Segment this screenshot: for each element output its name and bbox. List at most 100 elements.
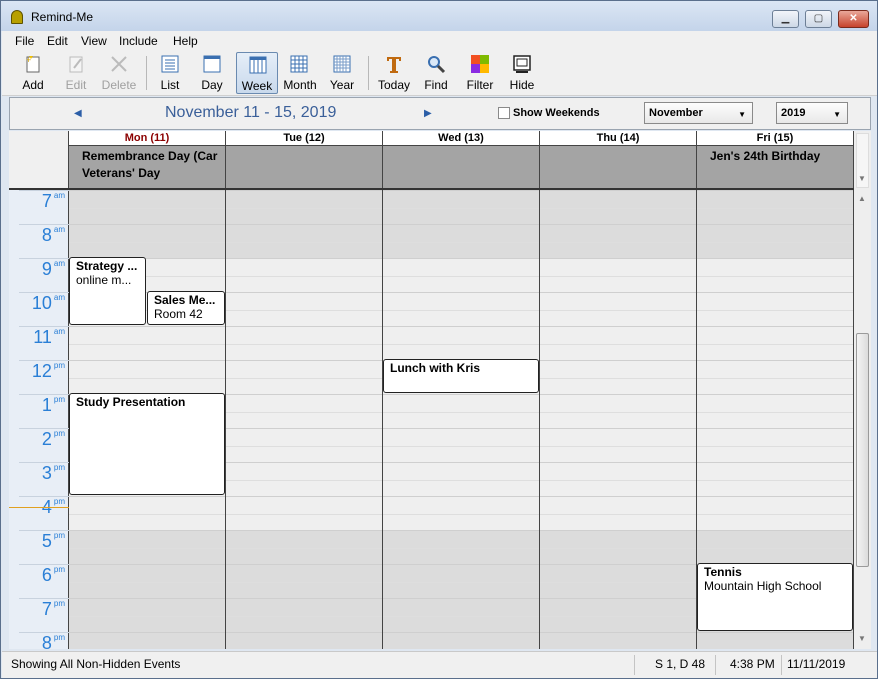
hour-slot[interactable] bbox=[226, 632, 382, 649]
next-week-icon[interactable]: ▶ bbox=[424, 108, 432, 119]
hour-slot[interactable] bbox=[697, 496, 853, 530]
hour-slot[interactable] bbox=[540, 530, 696, 564]
hour-slot[interactable] bbox=[383, 530, 539, 564]
hour-slot[interactable] bbox=[697, 360, 853, 394]
hour-slot[interactable] bbox=[226, 530, 382, 564]
hour-slot[interactable] bbox=[383, 462, 539, 496]
day-header-thu[interactable]: Thu (14) bbox=[540, 131, 697, 146]
event-sales-meeting[interactable]: Sales Me... Room 42 bbox=[147, 291, 225, 325]
hour-slot[interactable] bbox=[383, 258, 539, 292]
close-button[interactable]: ✕ bbox=[838, 10, 869, 28]
allday-event-birthday[interactable]: Jen's 24th Birthday bbox=[710, 149, 853, 163]
hour-slot[interactable] bbox=[383, 632, 539, 649]
hour-slot[interactable] bbox=[69, 190, 225, 224]
hour-slot[interactable] bbox=[540, 632, 696, 649]
day-column-wed[interactable] bbox=[383, 190, 540, 649]
hour-slot[interactable] bbox=[540, 394, 696, 428]
hour-slot[interactable] bbox=[383, 598, 539, 632]
hour-slot[interactable] bbox=[383, 190, 539, 224]
hour-slot[interactable] bbox=[540, 258, 696, 292]
previous-week-icon[interactable]: ◀ bbox=[74, 108, 82, 119]
hour-slot[interactable] bbox=[540, 598, 696, 632]
hour-slot[interactable] bbox=[69, 326, 225, 360]
hour-slot[interactable] bbox=[540, 292, 696, 326]
hour-slot[interactable] bbox=[540, 564, 696, 598]
delete-button[interactable]: Delete bbox=[100, 52, 138, 94]
event-tennis[interactable]: Tennis Mountain High School bbox=[697, 563, 853, 631]
month-select[interactable]: November ▼ bbox=[644, 102, 753, 124]
allday-event-remembrance[interactable]: Remembrance Day (Car bbox=[82, 149, 225, 163]
hour-slot[interactable] bbox=[69, 360, 225, 394]
hour-slot[interactable] bbox=[383, 394, 539, 428]
edit-button[interactable]: Edit bbox=[57, 52, 95, 94]
week-view-button[interactable]: Week bbox=[236, 52, 278, 94]
year-select[interactable]: 2019 ▼ bbox=[776, 102, 848, 124]
hour-slot[interactable] bbox=[697, 190, 853, 224]
month-view-button[interactable]: Month bbox=[280, 52, 320, 94]
hour-slot[interactable] bbox=[226, 496, 382, 530]
allday-event-veterans[interactable]: Veterans' Day bbox=[82, 166, 225, 180]
allday-cell-fri[interactable]: Jen's 24th Birthday bbox=[697, 146, 854, 189]
hour-slot[interactable] bbox=[697, 428, 853, 462]
hour-slot[interactable] bbox=[69, 564, 225, 598]
hour-slot[interactable] bbox=[69, 530, 225, 564]
hour-slot[interactable] bbox=[226, 326, 382, 360]
hour-slot[interactable] bbox=[697, 394, 853, 428]
hour-slot[interactable] bbox=[540, 190, 696, 224]
add-button[interactable]: + Add bbox=[14, 52, 52, 94]
scrollbar-thumb[interactable] bbox=[856, 333, 869, 567]
day-column-thu[interactable] bbox=[540, 190, 697, 649]
hour-slot[interactable] bbox=[540, 462, 696, 496]
hour-slot[interactable] bbox=[226, 224, 382, 258]
find-button[interactable]: Find bbox=[417, 52, 455, 94]
day-header-mon[interactable]: Mon (11) bbox=[69, 131, 226, 146]
hour-slot[interactable] bbox=[226, 462, 382, 496]
menu-view[interactable]: View bbox=[81, 34, 107, 48]
allday-cell-wed[interactable] bbox=[383, 146, 540, 189]
event-strategy[interactable]: Strategy ... online m... bbox=[69, 257, 146, 325]
hour-slot[interactable] bbox=[540, 360, 696, 394]
filter-button[interactable]: Filter bbox=[461, 52, 499, 94]
hour-slot[interactable] bbox=[226, 258, 382, 292]
hour-slot[interactable] bbox=[383, 496, 539, 530]
list-view-button[interactable]: List bbox=[151, 52, 189, 94]
hour-slot[interactable] bbox=[697, 224, 853, 258]
hour-slot[interactable] bbox=[697, 462, 853, 496]
hour-slot[interactable] bbox=[69, 224, 225, 258]
event-study-presentation[interactable]: Study Presentation bbox=[69, 393, 225, 495]
hour-slot[interactable] bbox=[383, 326, 539, 360]
day-header-fri[interactable]: Fri (15) bbox=[697, 131, 854, 146]
allday-cell-thu[interactable] bbox=[540, 146, 697, 189]
hour-slot[interactable] bbox=[697, 530, 853, 564]
day-view-button[interactable]: Day bbox=[193, 52, 231, 94]
hour-slot[interactable] bbox=[540, 428, 696, 462]
chevron-down-icon[interactable]: ▼ bbox=[858, 634, 866, 643]
hour-slot[interactable] bbox=[697, 292, 853, 326]
minimize-button[interactable]: ▁ bbox=[772, 10, 799, 28]
menu-edit[interactable]: Edit bbox=[47, 34, 68, 48]
hour-slot[interactable] bbox=[69, 598, 225, 632]
menu-include[interactable]: Include bbox=[119, 34, 158, 48]
allday-cell-tue[interactable] bbox=[226, 146, 383, 189]
hour-slot[interactable] bbox=[697, 326, 853, 360]
hour-slot[interactable] bbox=[383, 292, 539, 326]
hour-slot[interactable] bbox=[697, 258, 853, 292]
hour-slot[interactable] bbox=[540, 326, 696, 360]
hour-slot[interactable] bbox=[226, 292, 382, 326]
menu-file[interactable]: File bbox=[15, 34, 34, 48]
show-weekends-label[interactable]: Show Weekends bbox=[513, 107, 600, 119]
maximize-button[interactable]: ▢ bbox=[805, 10, 832, 28]
calendar-scrollbar[interactable]: ▼ ▲ ▼ bbox=[854, 131, 871, 649]
hour-slot[interactable] bbox=[540, 496, 696, 530]
hour-slot[interactable] bbox=[226, 564, 382, 598]
chevron-up-icon[interactable]: ▲ bbox=[858, 194, 866, 203]
hour-slot[interactable] bbox=[383, 564, 539, 598]
event-lunch-with-kris[interactable]: Lunch with Kris bbox=[383, 359, 539, 393]
hour-slot[interactable] bbox=[226, 598, 382, 632]
hour-slot[interactable] bbox=[697, 632, 853, 649]
today-button[interactable]: Today bbox=[373, 52, 415, 94]
hour-slot[interactable] bbox=[69, 632, 225, 649]
hour-slot[interactable] bbox=[540, 224, 696, 258]
hour-slot[interactable] bbox=[383, 224, 539, 258]
day-header-wed[interactable]: Wed (13) bbox=[383, 131, 540, 146]
